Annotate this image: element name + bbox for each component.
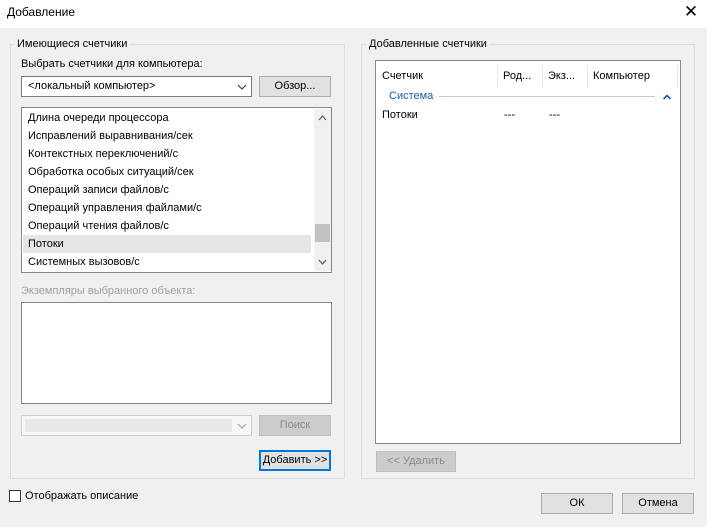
available-counters-caption: Имеющиеся счетчики xyxy=(14,38,131,50)
remove-button[interactable]: << Удалить xyxy=(376,451,456,472)
show-description-checkbox[interactable] xyxy=(9,490,21,502)
list-item[interactable]: Длина очереди процессора xyxy=(28,109,169,127)
computer-combobox[interactable]: <локальный компьютер> xyxy=(21,76,252,97)
show-description-label[interactable]: Отображать описание xyxy=(25,490,138,502)
computer-label: Выбрать счетчики для компьютера: xyxy=(21,58,203,70)
chevron-down-icon[interactable] xyxy=(235,419,249,433)
title-bar xyxy=(0,0,707,28)
cell-parent: --- xyxy=(504,109,515,121)
add-button[interactable]: Добавить >> xyxy=(259,450,331,471)
instances-label: Экземпляры выбранного объекта: xyxy=(21,285,196,297)
computer-combobox-value: <локальный компьютер> xyxy=(28,80,156,92)
column-separator[interactable] xyxy=(587,66,588,88)
list-item[interactable]: Операций управления файлами/с xyxy=(28,199,202,217)
cell-counter: Потоки xyxy=(382,109,418,121)
list-item-selected[interactable]: Потоки xyxy=(23,235,311,253)
column-header-computer[interactable]: Компьютер xyxy=(593,70,650,82)
cell-instance: --- xyxy=(549,109,560,121)
browse-button[interactable]: Обзор... xyxy=(259,76,331,97)
column-header-instance[interactable]: Экз... xyxy=(548,70,575,82)
scroll-down-icon[interactable] xyxy=(315,255,330,269)
search-combobox-field xyxy=(25,419,232,432)
counters-listbox[interactable]: Длина очереди процессора Исправлений выр… xyxy=(21,107,332,273)
added-counters-caption: Добавленные счетчики xyxy=(366,38,490,50)
chevron-down-icon[interactable] xyxy=(235,80,249,94)
instances-listbox[interactable] xyxy=(21,302,332,404)
group-row-system[interactable]: Система xyxy=(377,88,679,106)
list-item[interactable]: Операций чтения файлов/с xyxy=(28,217,169,235)
table-row[interactable]: Потоки --- --- xyxy=(377,107,679,125)
scroll-up-icon[interactable] xyxy=(315,111,330,125)
added-counters-listview[interactable]: Счетчик Род... Экз... Компьютер Система … xyxy=(375,60,681,444)
list-item[interactable]: Операций записи файлов/с xyxy=(28,181,169,199)
scroll-thumb[interactable] xyxy=(315,224,330,242)
column-separator[interactable] xyxy=(677,66,678,88)
collapse-chevron-icon[interactable] xyxy=(661,91,673,103)
cancel-button[interactable]: Отмена xyxy=(622,493,694,514)
group-row-label: Система xyxy=(389,90,434,102)
ok-button[interactable]: ОК xyxy=(541,493,613,514)
search-button[interactable]: Поиск xyxy=(259,415,331,436)
search-combobox[interactable] xyxy=(21,415,252,436)
group-row-divider xyxy=(439,96,655,97)
list-item[interactable]: Обработка особых ситуаций/сек xyxy=(28,163,194,181)
list-item[interactable]: Исправлений выравнивания/сек xyxy=(28,127,193,145)
counters-scrollbar[interactable] xyxy=(314,109,331,271)
window-title: Добавление xyxy=(7,5,75,19)
column-header-parent[interactable]: Род... xyxy=(503,70,531,82)
column-header-counter[interactable]: Счетчик xyxy=(382,70,423,82)
column-separator[interactable] xyxy=(542,66,543,88)
column-separator[interactable] xyxy=(497,66,498,88)
list-item[interactable]: Контекстных переключений/с xyxy=(28,145,178,163)
close-icon[interactable]: ✕ xyxy=(680,1,702,23)
list-item[interactable]: Системных вызовов/с xyxy=(28,253,140,271)
